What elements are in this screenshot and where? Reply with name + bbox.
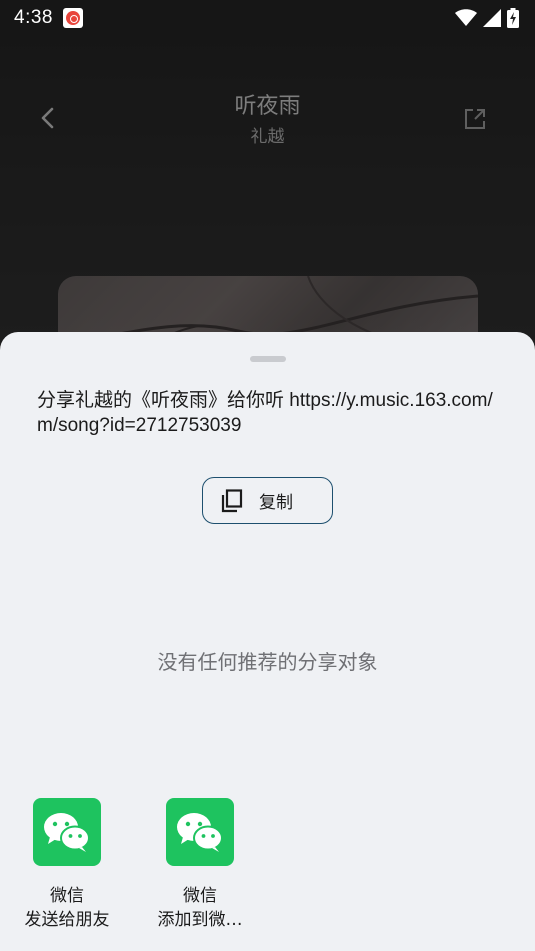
wifi-icon (455, 9, 477, 26)
share-text: 分享礼越的《听夜雨》给你听 https://y.music.163.com/m/… (37, 390, 493, 436)
copy-button[interactable]: 复制 (202, 477, 333, 524)
song-title: 听夜雨 (234, 94, 301, 119)
wechat-icon (33, 798, 101, 866)
status-bar: 4:38 (0, 0, 535, 36)
drag-handle[interactable] (250, 356, 286, 362)
player-header: 听夜雨 礼越 (0, 80, 535, 160)
cellular-signal-icon (483, 9, 501, 27)
copy-icon (221, 488, 243, 512)
share-target-wechat-friend[interactable]: 微信 发送给朋友 (12, 798, 122, 932)
share-icon[interactable] (462, 106, 488, 132)
no-recommendations-message: 没有任何推荐的分享对象 (157, 650, 378, 674)
share-target-action: 发送给朋友 (24, 910, 110, 930)
share-target-wechat-favorites[interactable]: 微信 添加到微… (145, 798, 255, 932)
battery-charging-icon (507, 8, 519, 28)
share-sheet: 分享礼越的《听夜雨》给你听 https://y.music.163.com/m/… (0, 332, 535, 951)
song-artist: 礼越 (250, 127, 285, 147)
music-app-notification-icon (62, 8, 83, 28)
copy-label: 复制 (259, 493, 293, 513)
share-target-app-name: 微信 (183, 886, 217, 906)
wechat-icon (166, 798, 234, 866)
share-target-app-name: 微信 (50, 886, 84, 906)
share-target-action: 添加到微… (157, 910, 243, 930)
status-time: 4:38 (14, 7, 53, 28)
